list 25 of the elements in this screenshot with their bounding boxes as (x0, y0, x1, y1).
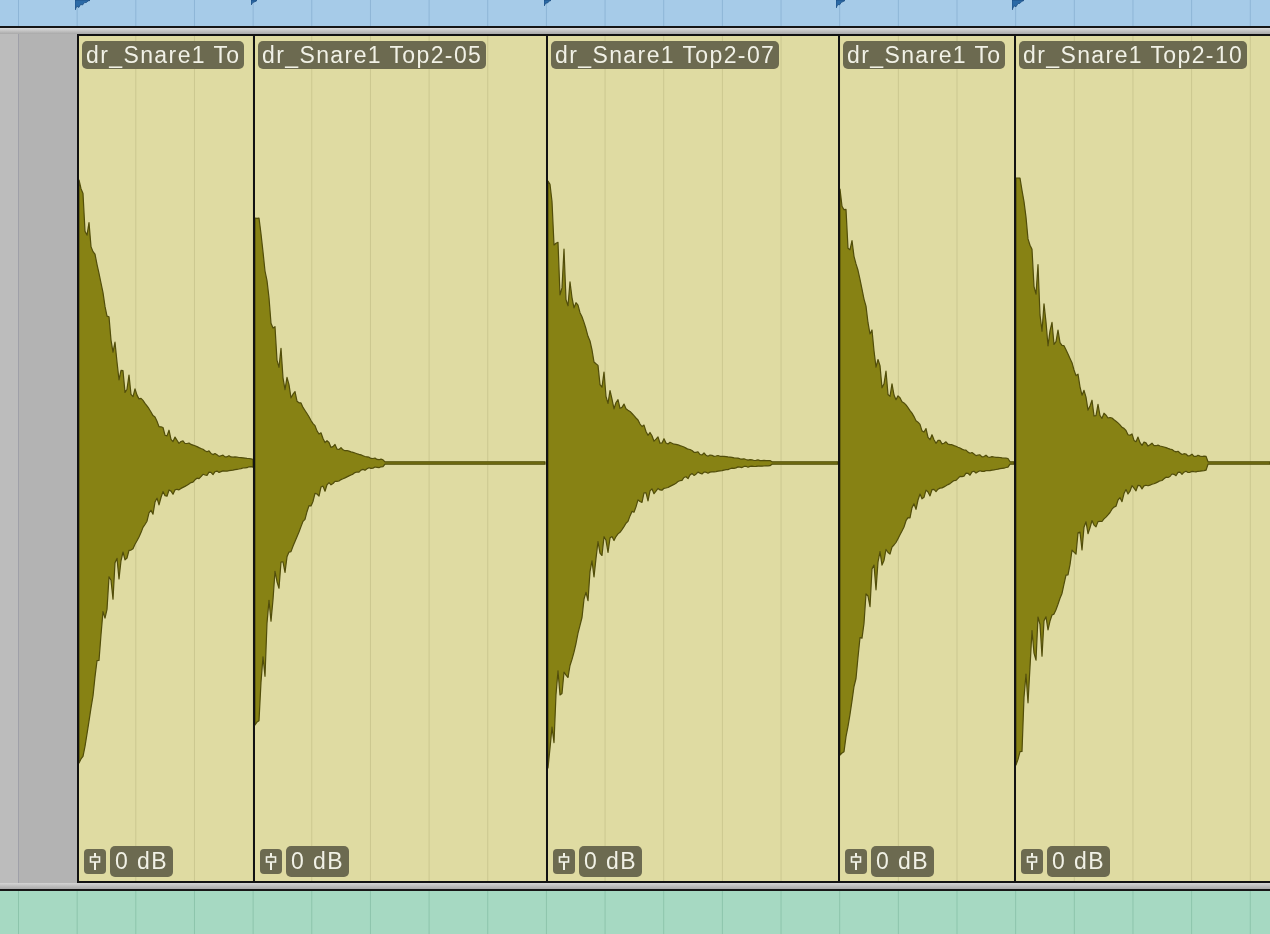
waveform-icon (544, 0, 551, 6)
audio-region[interactable]: dr_Snare1 Top2-10 0 dB (1014, 34, 1270, 883)
region-name: dr_Snare1 Top2-10 (1019, 41, 1248, 69)
region-gain: 0 dB (871, 846, 934, 877)
region-gain: 0 dB (110, 846, 173, 877)
region-name: dr_Snare1 Top2-05 (258, 41, 487, 69)
audio-region[interactable]: dr_Snare1 Top2-05 0 dB (253, 34, 546, 883)
region-name: dr_Snare1 To (843, 41, 1006, 69)
region-name: dr_Snare1 Top2-07 (551, 41, 780, 69)
waveform-icon (1012, 0, 1024, 10)
fader-icon (84, 849, 106, 874)
waveform-icon (75, 0, 90, 10)
audio-region[interactable]: dr_Snare1 To 0 dB (77, 34, 253, 883)
region-gain: 0 dB (579, 846, 642, 877)
waveform-icon (836, 0, 845, 8)
waveform-icon (251, 0, 257, 5)
fader-icon (1021, 849, 1043, 874)
fader-icon (260, 849, 282, 874)
region-name: dr_Snare1 To (82, 41, 245, 69)
fader-icon (845, 849, 867, 874)
audio-region[interactable]: dr_Snare1 To 0 dB (838, 34, 1014, 883)
fader-icon (553, 849, 575, 874)
region-gain: 0 dB (1047, 846, 1110, 877)
region-gain: 0 dB (286, 846, 349, 877)
audio-region[interactable]: dr_Snare1 Top2-07 0 dB (546, 34, 838, 883)
